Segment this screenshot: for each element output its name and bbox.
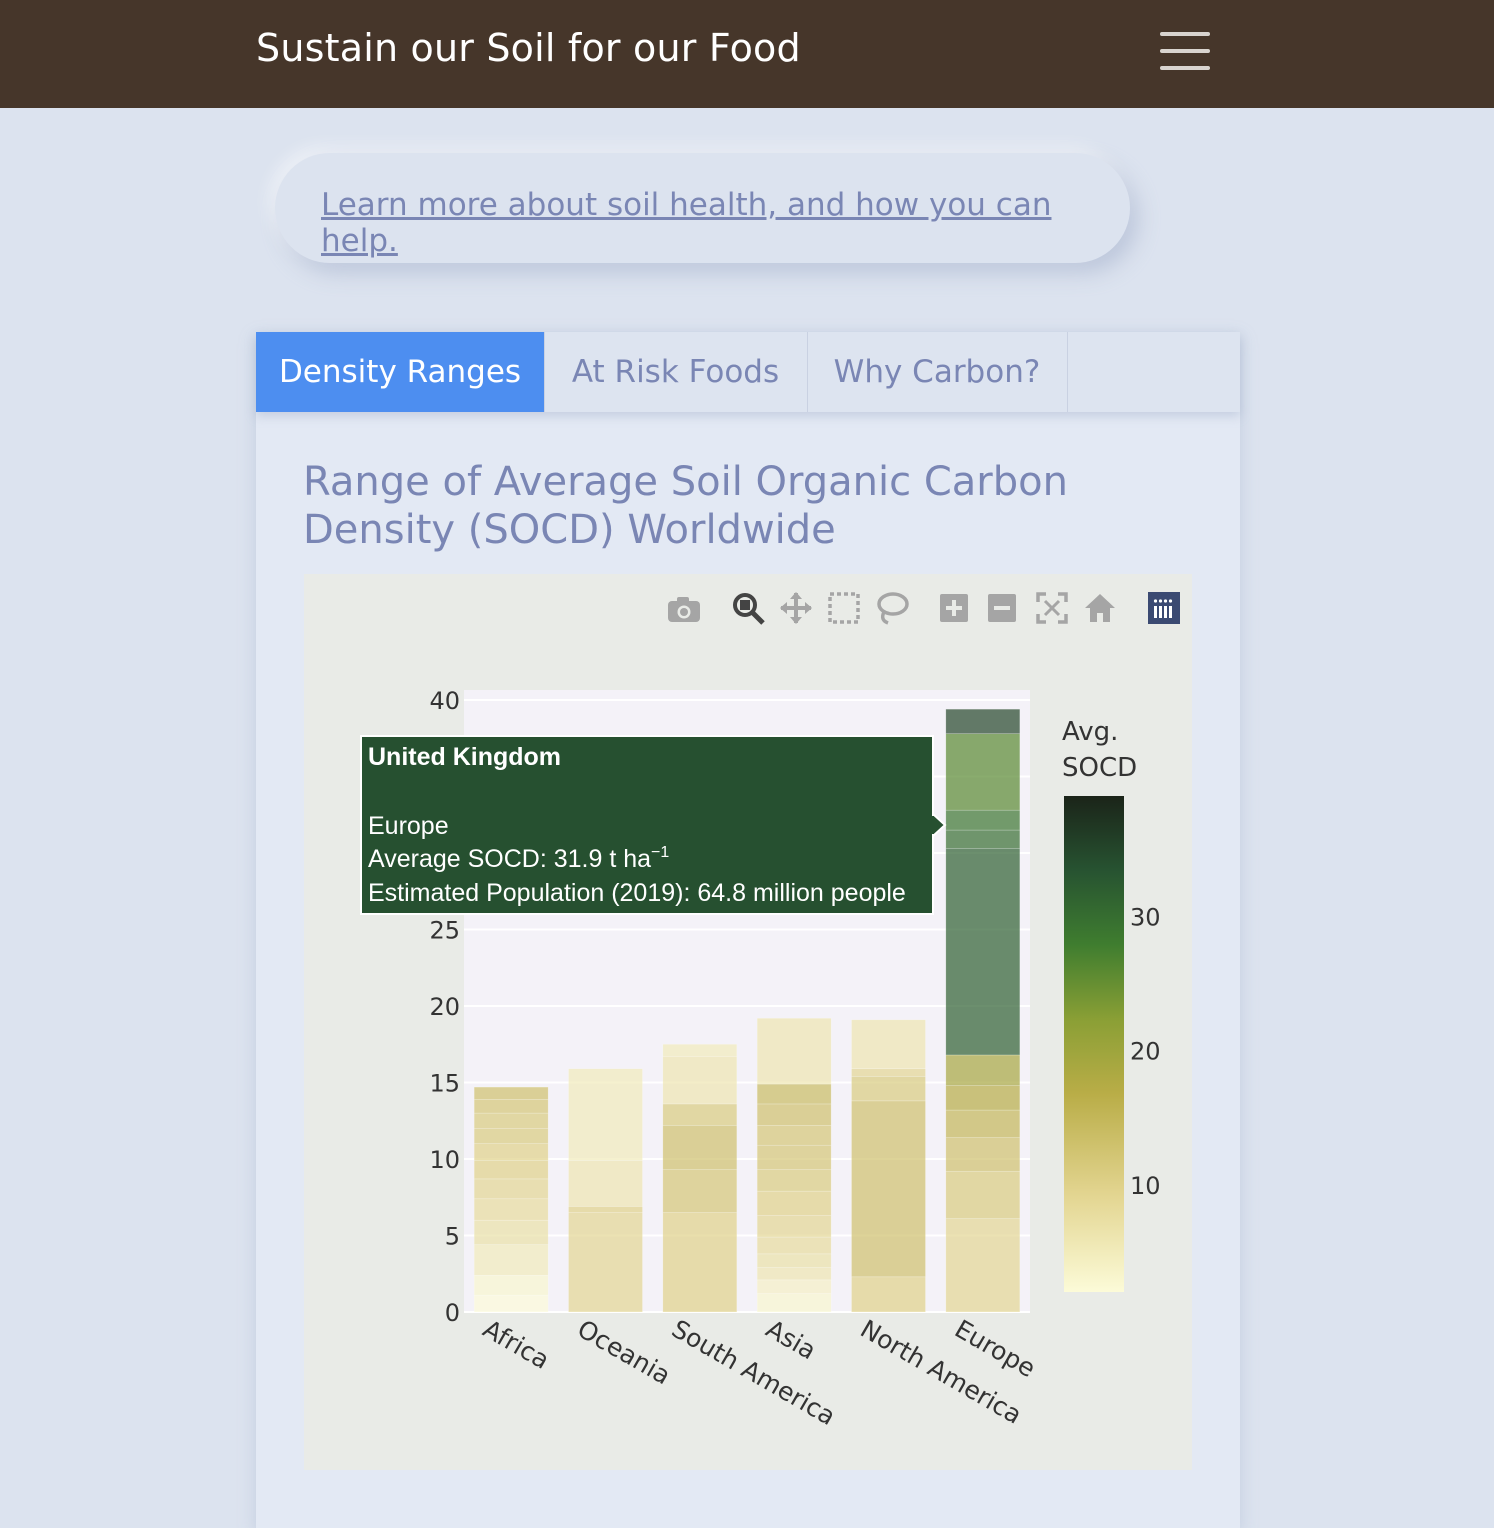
colorbar: Avg. SOCD 10 20 30 — [1062, 717, 1161, 1292]
bar-segment-oceania[interactable] — [568, 1068, 643, 1161]
bar-segment-north-america[interactable] — [851, 1068, 926, 1077]
bar-segment-africa[interactable] — [473, 1294, 549, 1313]
colorbar-title-line1: Avg. — [1062, 717, 1118, 747]
colorbar-gradient — [1064, 796, 1124, 1292]
tooltip-socd: Average SOCD: 31.9 t ha−1 — [368, 844, 669, 873]
hover-tooltip: United Kingdom Europe Average SOCD: 31.9… — [360, 735, 947, 915]
x-tick-label: North America — [856, 1314, 1027, 1430]
autoscale-icon[interactable] — [1036, 592, 1068, 624]
bar-segment-oceania[interactable] — [568, 1206, 643, 1213]
y-tick-label: 0 — [445, 1299, 460, 1327]
menu-icon[interactable] — [1160, 32, 1210, 72]
bar-segment-asia[interactable] — [756, 1293, 832, 1313]
y-tick-label: 20 — [429, 993, 460, 1021]
x-tick-label: South America — [667, 1314, 841, 1431]
bar-segment-south-america[interactable] — [662, 1103, 738, 1126]
bar-segment-asia[interactable] — [756, 1279, 832, 1294]
learn-more-link[interactable]: Learn more about soil health, and how yo… — [321, 187, 1130, 259]
bar-segment-africa[interactable] — [473, 1219, 549, 1245]
bar-segment-africa[interactable] — [473, 1086, 549, 1100]
tooltip-population: Estimated Population (2019): 64.8 millio… — [368, 879, 906, 907]
lasso-select-icon[interactable] — [877, 592, 909, 625]
y-tick-label: 5 — [445, 1223, 460, 1251]
y-tick-label: 15 — [429, 1070, 460, 1098]
chart-svg: 0510152025303540 AfricaOceaniaSouth Amer… — [360, 592, 1180, 1431]
bar-segment-asia[interactable] — [756, 1125, 832, 1146]
zoom-in-icon[interactable] — [940, 594, 968, 622]
brand-title[interactable]: Sustain our Soil for our Food — [256, 26, 801, 70]
bar-segment-africa[interactable] — [473, 1160, 549, 1180]
bar-segment-europe[interactable] — [945, 733, 1021, 811]
bar-segment-north-america[interactable] — [851, 1100, 926, 1278]
bar-segment-asia[interactable] — [756, 1215, 832, 1238]
x-tick-label: Africa — [478, 1314, 554, 1375]
bar-segment-asia[interactable] — [756, 1169, 832, 1192]
bar-segment-europe[interactable] — [945, 1054, 1021, 1086]
bar-segment-europe[interactable] — [945, 1109, 1021, 1138]
bar-segment-south-america[interactable] — [662, 1169, 738, 1213]
camera-icon[interactable] — [668, 597, 700, 622]
x-tick-label: Oceania — [573, 1314, 676, 1390]
tooltip-continent: Europe — [368, 812, 449, 840]
bar-segment-asia[interactable] — [756, 1083, 832, 1105]
bar-segment-north-america[interactable] — [851, 1276, 926, 1313]
bar-segment-europe[interactable] — [945, 1137, 1021, 1172]
bar-segment-africa[interactable] — [473, 1198, 549, 1221]
bar-segment-south-america[interactable] — [662, 1125, 738, 1171]
bar-segment-oceania[interactable] — [568, 1212, 643, 1313]
bar-segment-asia[interactable] — [756, 1253, 832, 1268]
tooltip-country: United Kingdom — [368, 743, 561, 771]
bar-segment-europe[interactable] — [945, 829, 1021, 849]
bar-segment-europe[interactable] — [945, 848, 1021, 1056]
bar-segment-south-america[interactable] — [662, 1212, 738, 1313]
colorbar-title-line2: SOCD — [1062, 753, 1137, 783]
bar-segment-asia[interactable] — [756, 1190, 832, 1216]
y-tick-label: 10 — [429, 1146, 460, 1174]
x-axis: Africa OceaniaSouth AmericaAsia North Amer… — [478, 1314, 1040, 1431]
chart-title: Range of Average Soil Organic Carbon Den… — [303, 459, 1068, 553]
bar-segment-asia[interactable] — [756, 1267, 832, 1281]
bar-segment-north-america[interactable] — [851, 1076, 926, 1102]
bar-segment-africa[interactable] — [473, 1099, 549, 1114]
bar-segment-africa[interactable] — [473, 1274, 549, 1296]
plot-container: 0510152025303540 AfricaOceaniaSouth Amer… — [304, 574, 1192, 1470]
bar-segment-europe[interactable] — [945, 809, 1021, 831]
pan-icon[interactable] — [780, 592, 812, 624]
learn-more-pill: Learn more about soil health, and how yo… — [275, 153, 1130, 263]
modebar — [668, 592, 1180, 625]
tab-why-carbon[interactable]: Why Carbon? — [807, 332, 1068, 412]
bar-segment-south-america[interactable] — [662, 1043, 738, 1057]
box-select-icon[interactable] — [828, 592, 860, 624]
bar-segment-north-america[interactable] — [851, 1019, 926, 1070]
bar-segment-asia[interactable] — [756, 1017, 832, 1085]
tab-density-ranges[interactable]: Density Ranges — [256, 332, 545, 412]
x-tick-label: Asia — [761, 1314, 821, 1365]
bar-segment-africa[interactable] — [473, 1244, 549, 1276]
plotly-logo-icon[interactable] — [1148, 592, 1180, 624]
bar-segment-europe[interactable] — [945, 708, 1021, 734]
zoom-out-icon[interactable] — [988, 594, 1016, 622]
tab-bar: Density Ranges At Risk Foods Why Carbon? — [256, 332, 1240, 412]
y-tick-label: 40 — [429, 687, 460, 715]
tab-at-risk-foods[interactable]: At Risk Foods — [544, 332, 808, 412]
bar-segment-south-america[interactable] — [662, 1056, 738, 1105]
colorbar-tick-label: 30 — [1130, 904, 1161, 932]
bar-segment-africa[interactable] — [473, 1178, 549, 1200]
bar-segment-asia[interactable] — [756, 1236, 832, 1255]
colorbar-tick-label: 10 — [1130, 1172, 1161, 1200]
y-tick-label: 25 — [429, 917, 460, 945]
bar-segment-europe[interactable] — [945, 1170, 1021, 1219]
colorbar-tick-label: 20 — [1130, 1038, 1161, 1066]
zoom-icon[interactable] — [733, 593, 765, 625]
bar-segment-africa[interactable] — [473, 1112, 549, 1129]
bar-segment-asia[interactable] — [756, 1144, 832, 1171]
bar-segment-europe[interactable] — [945, 1218, 1021, 1313]
bar-segment-asia[interactable] — [756, 1103, 832, 1126]
navbar: Sustain our Soil for our Food — [0, 0, 1494, 108]
bar-segment-oceania[interactable] — [568, 1160, 643, 1207]
bar-segment-africa[interactable] — [473, 1143, 549, 1161]
bar-segment-africa[interactable] — [473, 1128, 549, 1145]
bar-segment-europe[interactable] — [945, 1085, 1021, 1111]
reset-axes-icon[interactable] — [1085, 594, 1115, 622]
